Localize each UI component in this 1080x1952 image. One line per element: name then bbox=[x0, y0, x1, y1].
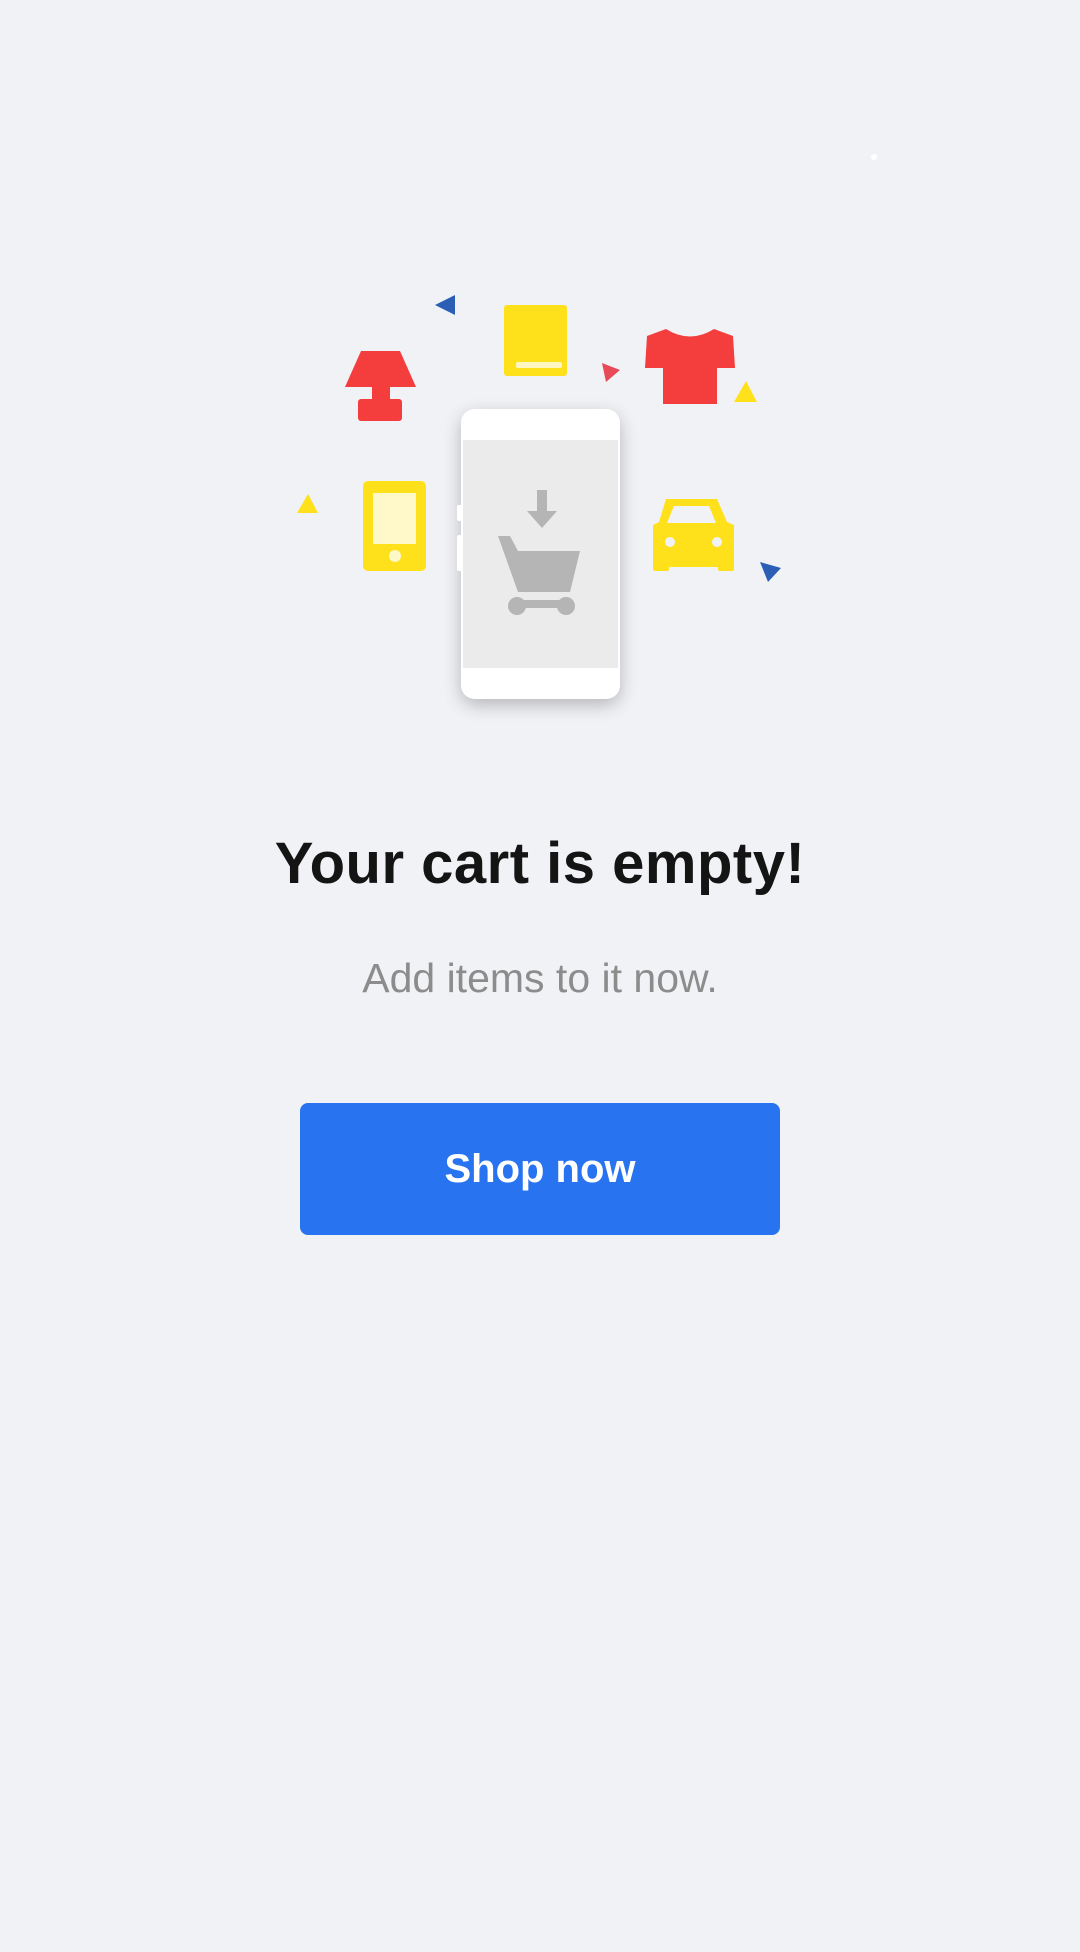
decorative-dot bbox=[871, 154, 877, 160]
yellow-confetti-icon bbox=[734, 381, 757, 402]
empty-cart-title: Your cart is empty! bbox=[274, 831, 806, 896]
blue-confetti-icon bbox=[435, 295, 455, 315]
lamp-icon bbox=[345, 351, 416, 421]
blue-confetti-icon bbox=[760, 562, 781, 582]
red-confetti-icon bbox=[602, 363, 620, 382]
shop-now-button[interactable]: Shop now bbox=[300, 1103, 780, 1235]
empty-cart-subtitle: Add items to it now. bbox=[362, 955, 718, 1001]
device-side-button bbox=[457, 505, 463, 521]
yellow-confetti-icon bbox=[297, 494, 318, 513]
empty-cart-illustration bbox=[297, 154, 877, 699]
device-side-button bbox=[457, 535, 463, 571]
book-icon bbox=[504, 305, 567, 376]
mobile-phone-icon bbox=[363, 481, 426, 571]
tshirt-icon bbox=[645, 329, 735, 404]
car-icon bbox=[653, 499, 734, 571]
